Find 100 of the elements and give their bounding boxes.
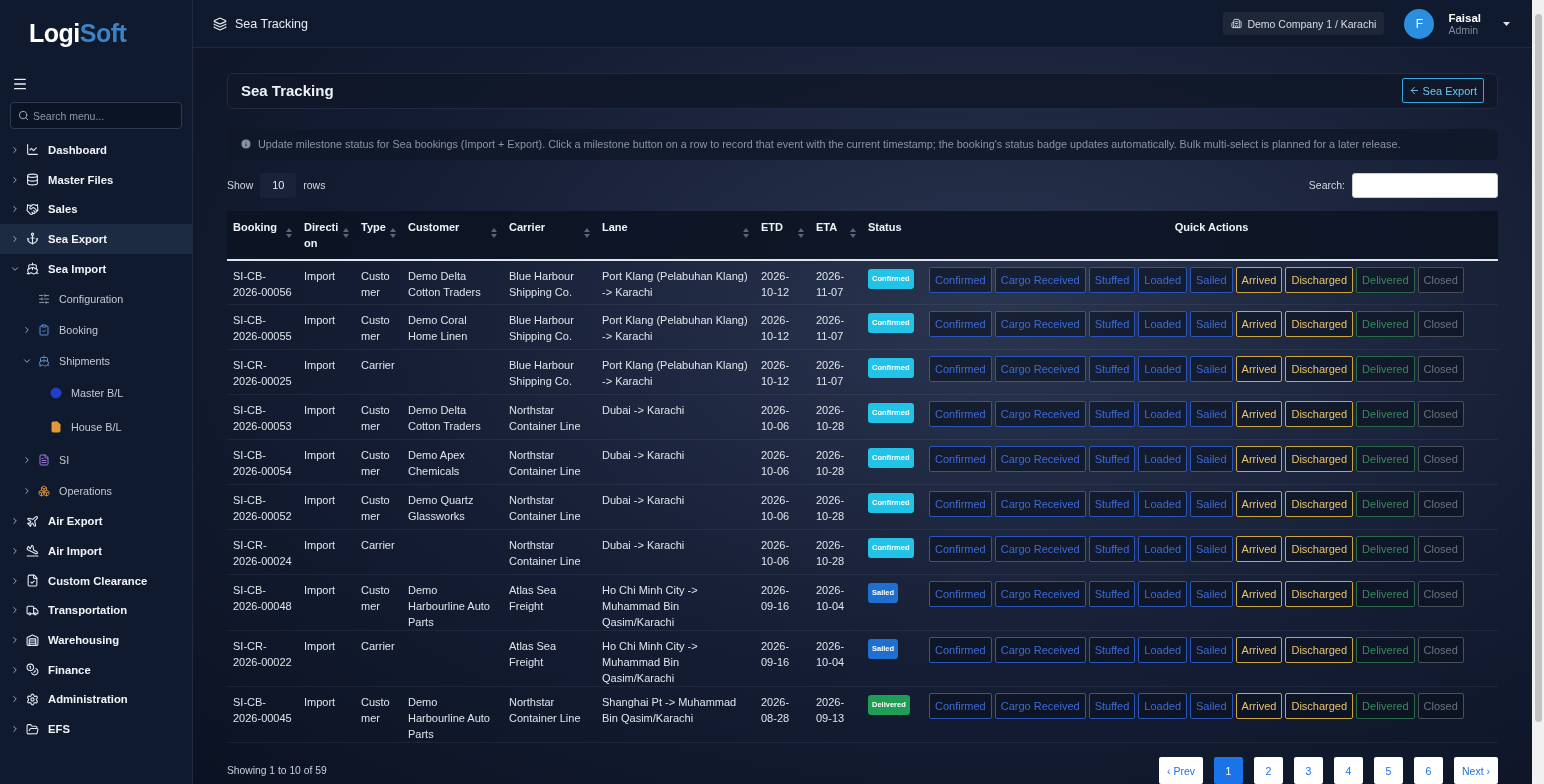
page-button[interactable]: 4: [1334, 757, 1363, 784]
sidebar-item[interactable]: Custom Clearance: [0, 565, 192, 596]
milestone-button[interactable]: Discharged: [1285, 356, 1354, 382]
milestone-button[interactable]: Discharged: [1285, 446, 1354, 472]
sidebar-item[interactable]: Air Export: [0, 506, 192, 537]
milestone-button[interactable]: Closed: [1417, 401, 1464, 427]
milestone-button[interactable]: Cargo Received: [994, 446, 1086, 472]
milestone-button[interactable]: Stuffed: [1088, 581, 1136, 607]
milestone-button[interactable]: Delivered: [1356, 581, 1415, 607]
sidebar-item[interactable]: Dashboard: [0, 135, 192, 165]
milestone-button[interactable]: Discharged: [1285, 491, 1354, 517]
page-button[interactable]: Next ›: [1454, 757, 1498, 784]
milestone-button[interactable]: Sailed: [1190, 693, 1233, 719]
milestone-button[interactable]: Cargo Received: [994, 581, 1086, 607]
milestone-button[interactable]: Cargo Received: [994, 266, 1086, 293]
column-header[interactable]: ETA: [810, 210, 862, 260]
milestone-button[interactable]: Delivered: [1356, 446, 1415, 472]
sidebar-item[interactable]: Master Files: [0, 164, 192, 195]
milestone-button[interactable]: Cargo Received: [994, 536, 1086, 562]
milestone-button[interactable]: Loaded: [1138, 637, 1187, 663]
column-header[interactable]: Direction: [298, 210, 355, 260]
column-header[interactable]: Status: [862, 210, 925, 260]
milestone-button[interactable]: Arrived: [1235, 637, 1283, 663]
sidebar-item[interactable]: Configuration: [0, 283, 192, 315]
page-button[interactable]: 1: [1214, 757, 1243, 784]
milestone-button[interactable]: Confirmed: [929, 637, 992, 663]
milestone-button[interactable]: Closed: [1417, 356, 1464, 382]
column-header[interactable]: Customer: [402, 210, 503, 260]
back-button[interactable]: Sea Export: [1401, 78, 1484, 104]
milestone-button[interactable]: Loaded: [1138, 311, 1187, 337]
milestone-button[interactable]: Delivered: [1356, 491, 1415, 517]
caret-icon[interactable]: [1503, 21, 1510, 26]
milestone-button[interactable]: Confirmed: [929, 356, 992, 382]
milestone-button[interactable]: Confirmed: [929, 693, 992, 719]
milestone-button[interactable]: Closed: [1417, 491, 1464, 517]
milestone-button[interactable]: Loaded: [1138, 491, 1187, 517]
user-avatar[interactable]: F: [1404, 8, 1435, 39]
milestone-button[interactable]: Closed: [1417, 693, 1464, 719]
milestone-button[interactable]: Arrived: [1235, 536, 1283, 562]
sidebar-item[interactable]: EFS: [0, 714, 192, 744]
milestone-button[interactable]: Delivered: [1356, 356, 1415, 382]
milestone-button[interactable]: Loaded: [1138, 446, 1187, 472]
milestone-button[interactable]: Delivered: [1356, 637, 1415, 663]
milestone-button[interactable]: Arrived: [1235, 311, 1283, 337]
milestone-button[interactable]: Stuffed: [1088, 491, 1136, 517]
milestone-button[interactable]: Delivered: [1356, 266, 1415, 293]
column-header[interactable]: Booking: [227, 210, 298, 260]
milestone-button[interactable]: Sailed: [1190, 536, 1233, 562]
milestone-button[interactable]: Sailed: [1190, 266, 1233, 293]
milestone-button[interactable]: Stuffed: [1088, 311, 1136, 337]
milestone-button[interactable]: Discharged: [1285, 536, 1354, 562]
milestone-button[interactable]: Closed: [1417, 581, 1464, 607]
milestone-button[interactable]: Confirmed: [929, 581, 992, 607]
search-field[interactable]: Search menu...: [10, 102, 182, 129]
milestone-button[interactable]: Discharged: [1285, 266, 1354, 293]
milestone-button[interactable]: Stuffed: [1088, 637, 1136, 663]
milestone-button[interactable]: Cargo Received: [994, 637, 1086, 663]
page-button[interactable]: 3: [1294, 757, 1323, 784]
page-button[interactable]: 6: [1414, 757, 1443, 784]
milestone-button[interactable]: Sailed: [1190, 311, 1233, 337]
sidebar-item[interactable]: SI: [0, 444, 192, 476]
milestone-button[interactable]: Arrived: [1235, 491, 1283, 517]
milestone-button[interactable]: Stuffed: [1088, 356, 1136, 382]
milestone-button[interactable]: Loaded: [1138, 536, 1187, 562]
milestone-button[interactable]: Delivered: [1356, 536, 1415, 562]
sidebar-item[interactable]: Warehousing: [0, 625, 192, 655]
milestone-button[interactable]: Loaded: [1138, 401, 1187, 427]
milestone-button[interactable]: Delivered: [1356, 693, 1415, 719]
milestone-button[interactable]: Stuffed: [1088, 266, 1136, 293]
company-selector[interactable]: Demo Company 1 / Karachi: [1223, 12, 1385, 35]
sidebar-item[interactable]: Transportation: [0, 595, 192, 626]
milestone-button[interactable]: Closed: [1417, 311, 1464, 337]
sidebar-item[interactable]: Sea Export: [0, 224, 192, 254]
sidebar-item[interactable]: Sales: [0, 194, 192, 225]
milestone-button[interactable]: Confirmed: [929, 446, 992, 472]
milestone-button[interactable]: Closed: [1417, 637, 1464, 663]
milestone-button[interactable]: Stuffed: [1088, 446, 1136, 472]
milestone-button[interactable]: Confirmed: [929, 536, 992, 562]
milestone-button[interactable]: Closed: [1417, 266, 1464, 293]
milestone-button[interactable]: Closed: [1417, 446, 1464, 472]
milestone-button[interactable]: Cargo Received: [994, 491, 1086, 517]
milestone-button[interactable]: Loaded: [1138, 356, 1187, 382]
milestone-button[interactable]: Discharged: [1285, 693, 1354, 719]
milestone-button[interactable]: Sailed: [1190, 401, 1233, 427]
milestone-button[interactable]: Arrived: [1235, 401, 1283, 427]
milestone-button[interactable]: Delivered: [1356, 311, 1415, 337]
scrollbar[interactable]: [1532, 0, 1544, 784]
milestone-button[interactable]: Stuffed: [1088, 401, 1136, 427]
milestone-button[interactable]: Arrived: [1235, 693, 1283, 719]
rows-field[interactable]: 10: [260, 172, 297, 198]
page-button[interactable]: 5: [1374, 757, 1403, 784]
milestone-button[interactable]: Cargo Received: [994, 356, 1086, 382]
sidebar-item[interactable]: House B/L: [0, 410, 192, 445]
milestone-button[interactable]: Sailed: [1190, 637, 1233, 663]
milestone-button[interactable]: Sailed: [1190, 446, 1233, 472]
milestone-button[interactable]: Closed: [1417, 536, 1464, 562]
column-header[interactable]: ETD: [755, 210, 810, 260]
sidebar-item[interactable]: Administration: [0, 684, 192, 715]
milestone-button[interactable]: Cargo Received: [994, 401, 1086, 427]
sidebar-item[interactable]: Master B/L: [0, 376, 192, 411]
